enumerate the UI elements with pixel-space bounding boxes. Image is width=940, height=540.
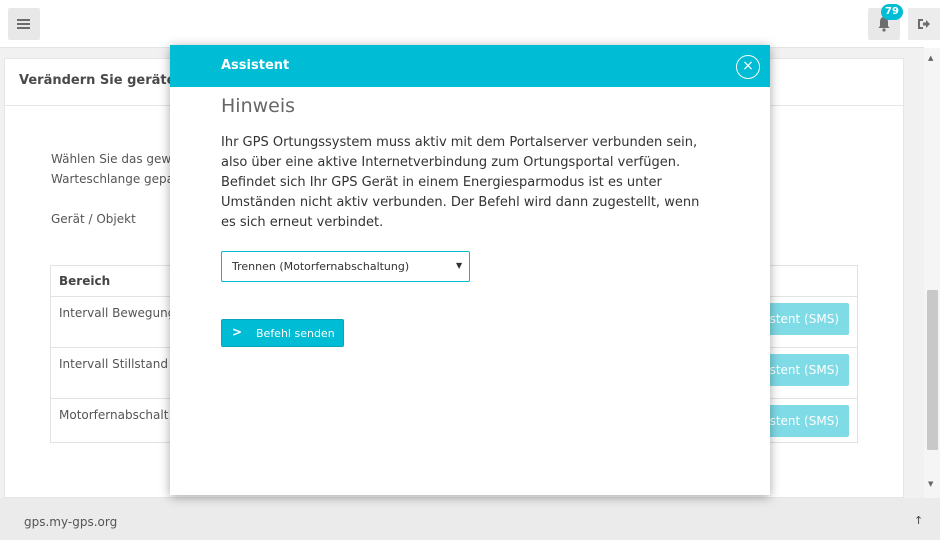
notice-line: Ihr GPS Ortungssystem muss aktiv mit dem… [221,135,698,150]
send-command-button[interactable]: > Befehl senden [221,319,344,347]
assistant-modal: Assistent × Hinweis Ihr GPS Ortungssyste… [170,45,770,495]
send-command-label: Befehl senden [256,327,335,340]
notice-line: also über eine aktive Internetverbindung… [221,155,681,170]
modal-header: Assistent × [170,45,770,87]
command-select[interactable]: Trennen (Motorfernabschaltung) ▼ [221,251,470,282]
notice-line: Umständen nicht aktiv verbunden. Der Bef… [221,195,700,210]
chevron-right-icon: > [232,325,243,339]
modal-heading: Hinweis [221,95,296,117]
modal-title: Assistent [221,58,290,73]
modal-notice-text: Ihr GPS Ortungssystem muss aktiv mit dem… [221,133,731,233]
notice-line: es sich erneut verbindet. [221,215,384,230]
notice-line: Befindet sich Ihr GPS Gerät in einem Ene… [221,175,662,190]
close-icon[interactable]: × [736,55,760,79]
caret-down-icon: ▼ [456,261,463,270]
command-select-value: Trennen (Motorfernabschaltung) [232,260,410,273]
